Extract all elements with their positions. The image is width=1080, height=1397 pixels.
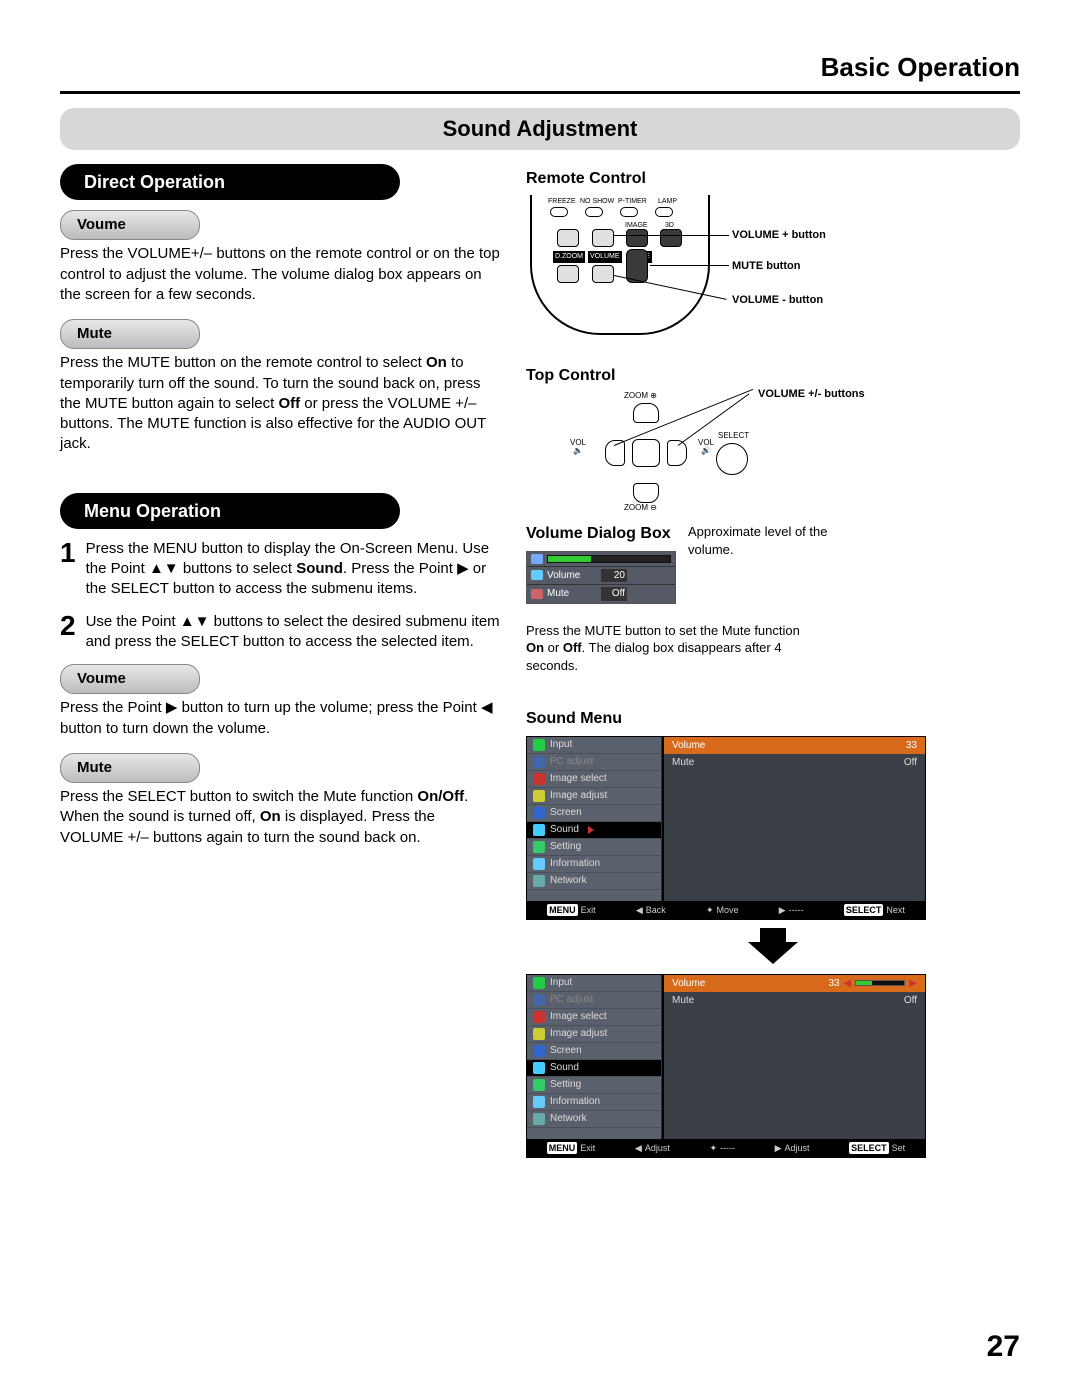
setting-icon (533, 841, 545, 853)
arrow-down-icon (748, 928, 798, 964)
setting-icon (533, 1079, 545, 1091)
right-column: Remote Control FREEZE NO SHOW P-TIMER LA… (526, 164, 1020, 1166)
mute-text-2: Press the SELECT button to switch the Mu… (60, 787, 500, 848)
menu-operation-heading: Menu Operation (60, 493, 400, 529)
volume-minus-button (592, 265, 614, 283)
image-select-icon (533, 1011, 545, 1023)
page-number: 27 (987, 1327, 1020, 1368)
osd-sound-item-selected: Sound (527, 822, 661, 839)
pc-adjust-icon (533, 994, 545, 1006)
sound-icon (533, 1062, 545, 1074)
volume-plus-button (592, 229, 614, 247)
network-icon (533, 1113, 545, 1125)
volume-dialog-box: Volume 20 Mute Off (526, 551, 676, 604)
dzoom-up-button (557, 229, 579, 247)
mute-pill: Mute (60, 319, 200, 349)
direct-operation-heading: Direct Operation (60, 164, 400, 200)
submenu-arrow-icon (588, 826, 594, 834)
top-control-heading: Top Control (526, 365, 1020, 387)
step-1-text: Press the MENU button to display the On-… (86, 539, 500, 600)
osd-mute-row-2: MuteOff (664, 992, 925, 1009)
header-rule (60, 91, 1020, 94)
osd-volume-row: Volume33 (664, 737, 925, 754)
input-icon (533, 977, 545, 989)
dpad-right (667, 440, 687, 466)
dpad-down (633, 483, 659, 503)
remote-control-heading: Remote Control (526, 168, 1020, 190)
image-button (626, 229, 648, 247)
volume-text: Press the VOLUME+/– buttons on the remot… (60, 244, 500, 305)
step-2-text: Use the Point ▲▼ buttons to select the d… (86, 612, 500, 653)
volume-text-2: Press the Point ▶ button to turn up the … (60, 698, 500, 739)
volume-dialog-note: Approximate level of the volume. (688, 523, 858, 558)
step-1-num: 1 (60, 539, 76, 567)
select-circle (716, 443, 748, 475)
header-title: Basic Operation (60, 50, 1020, 85)
input-icon (533, 739, 545, 751)
top-control-diagram: ZOOM ⊕ ZOOM ⊖ VOL🔈 VOL🔊 SELECT VOLUME +/… (556, 393, 766, 513)
information-icon (533, 858, 545, 870)
mute-callout: MUTE button (732, 259, 800, 274)
osd-sidebar-1: Input PC adjust Image select Image adjus… (527, 737, 662, 901)
pc-adjust-icon (533, 756, 545, 768)
information-icon (533, 1096, 545, 1108)
mute-pill-2: Mute (60, 753, 200, 783)
osd-footer-2: MENU Exit ◀ Adjust ✦ ----- ▶ Adjust SELE… (527, 1139, 925, 1157)
speaker-icon (531, 554, 543, 564)
osd-footer-1: MENU Exit ◀ Back ✦ Move ▶ ----- SELECT N… (527, 901, 925, 919)
remote-control-diagram: FREEZE NO SHOW P-TIMER LAMP IMAGE 3D D.Z… (530, 195, 730, 345)
section-bar: Sound Adjustment (60, 108, 1020, 150)
volume-pill: Voume (60, 210, 200, 240)
osd-sound-item-selected-2: Sound (527, 1060, 661, 1077)
mute-text: Press the MUTE button on the remote cont… (60, 353, 500, 454)
volume-minus-callout: VOLUME - button (732, 293, 823, 308)
volume-pill-2: Voume (60, 664, 200, 694)
volume-pm-callout: VOLUME +/- buttons (758, 387, 865, 402)
screen-icon (533, 1045, 545, 1057)
osd-menu-1: Input PC adjust Image select Image adjus… (526, 736, 926, 920)
dpad-center (632, 439, 660, 467)
osd-volume-row-2: Volume 33 ◀▶ (664, 975, 925, 992)
osd-menu-2: Input PC adjust Image select Image adjus… (526, 974, 926, 1158)
sound-menu-heading: Sound Menu (526, 708, 1020, 730)
osd-mute-row: MuteOff (664, 754, 925, 771)
network-icon (533, 875, 545, 887)
image-adjust-icon (533, 1028, 545, 1040)
dzoom-down-button (557, 265, 579, 283)
3d-button (660, 229, 682, 247)
screen-icon (533, 807, 545, 819)
volume-plus-callout: VOLUME + button (732, 228, 826, 243)
dpad-up (633, 403, 659, 423)
step-2-num: 2 (60, 612, 76, 640)
mute-icon (531, 589, 543, 599)
volume-dialog-heading: Volume Dialog Box (526, 523, 676, 545)
image-adjust-icon (533, 790, 545, 802)
sound-icon (533, 824, 545, 836)
step-1: 1 Press the MENU button to display the O… (60, 539, 500, 600)
volume-dialog-caption: Press the MUTE button to set the Mute fu… (526, 622, 806, 675)
left-column: Direct Operation Voume Press the VOLUME+… (60, 164, 500, 1166)
volume-icon (531, 570, 543, 580)
step-2: 2 Use the Point ▲▼ buttons to select the… (60, 612, 500, 653)
image-select-icon (533, 773, 545, 785)
osd-sidebar-2: Input PC adjust Image select Image adjus… (527, 975, 662, 1139)
